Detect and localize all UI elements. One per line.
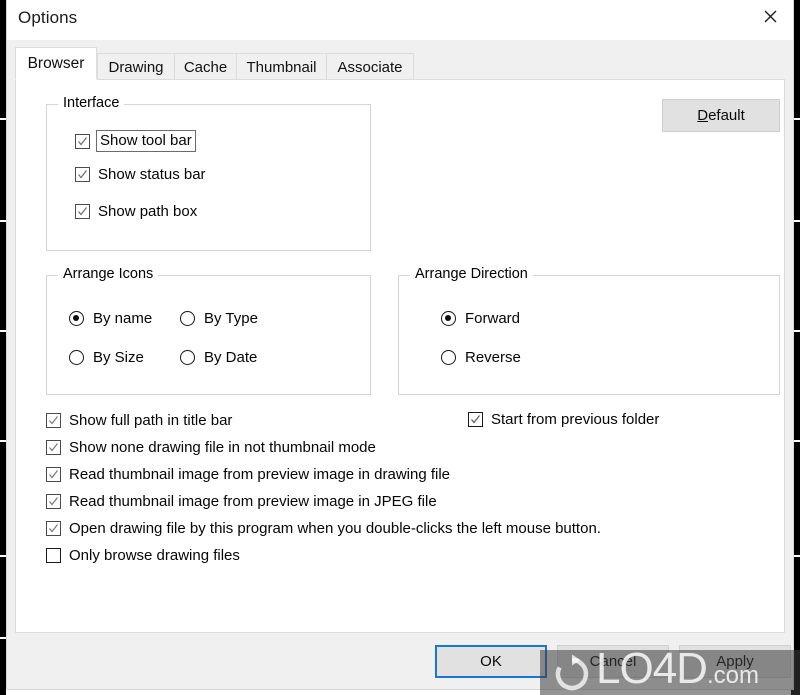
checkbox-show-tool-bar[interactable]: Show tool bar <box>75 130 196 152</box>
radio-label-reverse: Reverse <box>465 349 521 366</box>
checkbox-icon-read-thumb-jpeg <box>46 494 61 509</box>
tab-browser[interactable]: Browser <box>15 47 97 80</box>
checkbox-icon-show-status-bar <box>75 167 90 182</box>
radio-by-date[interactable]: By Date <box>180 349 257 366</box>
check-icon <box>78 136 87 145</box>
radio-icon-by-size <box>69 350 84 365</box>
radio-label-by-type: By Type <box>204 310 258 327</box>
checkbox-label-open-drawing-file: Open drawing file by this program when y… <box>69 520 601 537</box>
checkbox-show-none-drawing[interactable]: Show none drawing file in not thumbnail … <box>46 439 376 456</box>
checkbox-label-show-full-path: Show full path in title bar <box>69 412 233 429</box>
checkbox-icon-only-browse-drawing <box>46 548 61 563</box>
checkbox-label-read-thumb-jpeg: Read thumbnail image from preview image … <box>69 493 437 510</box>
arrange-icons-group: Arrange Icons By name By Type By Size By… <box>46 266 371 395</box>
ok-button-label: OK <box>480 653 502 670</box>
checkbox-icon-open-drawing-file <box>46 521 61 536</box>
check-icon <box>49 470 58 479</box>
ok-button[interactable]: OK <box>435 645 547 678</box>
checkbox-label-only-browse-drawing: Only browse drawing files <box>69 547 240 564</box>
radio-by-size[interactable]: By Size <box>69 349 144 366</box>
checkbox-icon-show-none-drawing <box>46 440 61 455</box>
check-icon <box>49 497 58 506</box>
interface-group: Interface Show tool bar Show status bar … <box>46 95 371 251</box>
default-button-label: Default <box>697 107 745 124</box>
arrange-icons-group-title: Arrange Icons <box>58 266 159 282</box>
radio-forward[interactable]: Forward <box>441 310 520 327</box>
radio-label-by-size: By Size <box>93 349 144 366</box>
tab-drawing-label: Drawing <box>108 58 164 76</box>
checkbox-show-path-box[interactable]: Show path box <box>75 203 197 220</box>
checkbox-icon-show-full-path <box>46 413 61 428</box>
check-icon <box>49 416 58 425</box>
tab-associate-label: Associate <box>337 58 403 76</box>
tab-thumbnail[interactable]: Thumbnail <box>236 53 327 80</box>
checkbox-label-show-status-bar: Show status bar <box>98 166 206 183</box>
checkbox-show-status-bar[interactable]: Show status bar <box>75 166 206 183</box>
default-button-accel: D <box>697 107 709 124</box>
tab-thumbnail-label: Thumbnail <box>246 58 317 76</box>
interface-group-title: Interface <box>58 95 125 111</box>
apply-button-label: Apply <box>716 653 754 670</box>
radio-reverse[interactable]: Reverse <box>441 349 521 366</box>
checkbox-icon-start-previous-folder <box>468 412 483 427</box>
check-icon <box>78 170 87 179</box>
check-icon <box>78 207 87 216</box>
checkbox-label-show-path-box: Show path box <box>98 203 198 220</box>
checkbox-open-drawing-file[interactable]: Open drawing file by this program when y… <box>46 520 601 537</box>
radio-label-forward: Forward <box>465 310 521 327</box>
checkbox-label-show-tool-bar: Show tool bar <box>96 130 196 152</box>
radio-label-by-name: By name <box>93 310 153 327</box>
screenshot-root: Options Browser Drawing Cache Thumbnail <box>0 0 800 695</box>
radio-icon-reverse <box>441 350 456 365</box>
radio-label-by-date: By Date <box>204 349 258 366</box>
check-icon <box>49 443 58 452</box>
apply-button[interactable]: Apply <box>679 645 791 678</box>
radio-icon-by-date <box>180 350 195 365</box>
cancel-button-label: Cancel <box>589 653 637 670</box>
title-bar: Options <box>7 0 793 40</box>
radio-icon-by-type <box>180 311 195 326</box>
cancel-button[interactable]: Cancel <box>557 645 669 678</box>
tab-strip: Browser Drawing Cache Thumbnail Associat… <box>7 40 793 80</box>
checkbox-label-start-previous-folder: Start from previous folder <box>491 411 660 428</box>
tab-cache[interactable]: Cache <box>174 53 237 80</box>
radio-icon-by-name <box>69 311 84 326</box>
checkbox-icon-read-thumb-drawing <box>46 467 61 482</box>
arrange-direction-group-title: Arrange Direction <box>410 266 533 282</box>
page-title: Options <box>18 8 78 27</box>
checkbox-label-read-thumb-drawing: Read thumbnail image from preview image … <box>69 466 451 483</box>
radio-icon-forward <box>441 311 456 326</box>
tab-drawing[interactable]: Drawing <box>97 53 175 80</box>
tab-cache-label: Cache <box>183 58 228 76</box>
checkbox-icon-show-path-box <box>75 204 90 219</box>
checkbox-icon-show-tool-bar <box>75 133 90 149</box>
checkbox-show-full-path[interactable]: Show full path in title bar <box>46 412 232 429</box>
checkbox-read-thumb-jpeg[interactable]: Read thumbnail image from preview image … <box>46 493 437 510</box>
check-icon <box>49 524 58 533</box>
options-dialog: Options Browser Drawing Cache Thumbnail <box>6 0 794 690</box>
checkbox-only-browse-drawing[interactable]: Only browse drawing files <box>46 547 240 564</box>
close-button[interactable] <box>747 0 793 32</box>
arrange-direction-group: Arrange Direction Forward Reverse <box>398 266 780 395</box>
close-icon <box>764 10 776 22</box>
default-button-rest: efault <box>708 107 745 124</box>
radio-by-name[interactable]: By name <box>69 310 152 327</box>
default-button[interactable]: Default <box>662 99 780 132</box>
radio-by-type[interactable]: By Type <box>180 310 258 327</box>
tab-panel-browser: Default Interface Show tool bar Show sta… <box>15 79 785 633</box>
tab-browser-label: Browser <box>27 54 85 72</box>
tab-associate[interactable]: Associate <box>326 53 414 80</box>
checkbox-read-thumb-drawing[interactable]: Read thumbnail image from preview image … <box>46 466 450 483</box>
check-icon <box>471 415 480 424</box>
checkbox-start-previous-folder[interactable]: Start from previous folder <box>468 411 659 428</box>
checkbox-label-show-none-drawing: Show none drawing file in not thumbnail … <box>69 439 376 456</box>
